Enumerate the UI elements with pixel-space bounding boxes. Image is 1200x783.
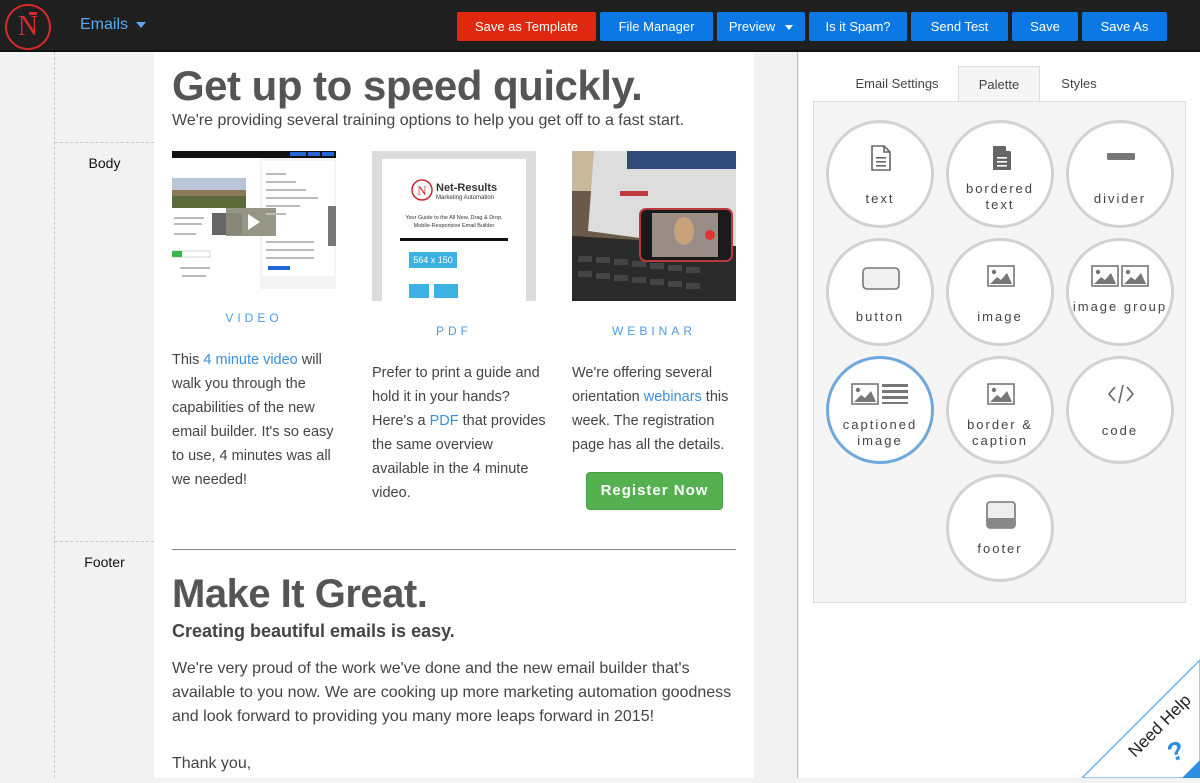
- need-help-button[interactable]: Need Help ?: [1082, 660, 1200, 778]
- video-link[interactable]: 4 minute video: [203, 352, 297, 368]
- pdf-placeholder-box: [409, 284, 429, 298]
- net-results-logo[interactable]: N: [5, 4, 51, 50]
- save-as-template-button[interactable]: Save as Template: [457, 12, 596, 41]
- palette-item-footer[interactable]: footer: [946, 474, 1054, 582]
- webinar-description[interactable]: We're offering several orientation webin…: [572, 361, 737, 457]
- send-test-button[interactable]: Send Test: [911, 12, 1008, 41]
- pdf-description[interactable]: Prefer to print a guide and hold it in y…: [372, 361, 547, 505]
- email-canvas[interactable]: Get up to speed quickly. We're providing…: [154, 52, 754, 778]
- palette-item-code[interactable]: code: [1066, 356, 1174, 464]
- email-subheadline[interactable]: We're providing several training options…: [172, 112, 684, 130]
- laptop-phone-photo: [572, 151, 736, 301]
- video-screenshot-image: [172, 151, 336, 289]
- top-toolbar: N Emails Save as Template File Manager P…: [0, 0, 1200, 52]
- preview-label: Preview: [729, 19, 775, 34]
- video-description[interactable]: This 4 minute video will walk you throug…: [172, 348, 337, 492]
- palette-item-border-caption[interactable]: border & caption: [946, 356, 1054, 464]
- pdf-brand: Net-Results: [436, 182, 497, 194]
- palette-item-label: text: [829, 191, 931, 207]
- palette-item-button[interactable]: button: [826, 238, 934, 346]
- video-text-before: This: [172, 352, 203, 368]
- save-button[interactable]: Save: [1012, 12, 1078, 41]
- video-thumbnail[interactable]: [172, 151, 336, 289]
- footer-section-divider: [55, 541, 154, 542]
- filled-document-icon: [991, 145, 1013, 171]
- pdf-placeholder-box: [434, 284, 458, 298]
- palette-item-label: divider: [1069, 191, 1171, 207]
- button-icon: [862, 267, 900, 291]
- chevron-down-icon: [785, 25, 793, 30]
- register-now-button[interactable]: Register Now: [586, 472, 723, 510]
- palette-item-label: captioned image: [829, 417, 931, 449]
- palette-item-label: image: [949, 309, 1051, 325]
- file-manager-button[interactable]: File Manager: [600, 12, 713, 41]
- body-section-label[interactable]: Body: [55, 155, 154, 171]
- body-section-divider: [55, 142, 154, 143]
- palette-item-captioned-image[interactable]: captioned image: [826, 356, 934, 464]
- palette-item-image[interactable]: image: [946, 238, 1054, 346]
- webinars-link[interactable]: webinars: [644, 389, 702, 405]
- pdf-brand-sub: Marketing Automation: [436, 195, 494, 201]
- logo-letter: N: [18, 11, 38, 42]
- palette-item-image-group[interactable]: image group: [1066, 238, 1174, 346]
- pdf-thumbnail[interactable]: N Net-Results Marketing Automation Your …: [372, 151, 536, 301]
- emails-menu[interactable]: Emails: [80, 16, 146, 34]
- palette-item-label: border & caption: [949, 417, 1051, 449]
- content-divider: [172, 549, 736, 550]
- pdf-guide-title: Your Guide to the All New, Drag & Drop, …: [396, 214, 512, 230]
- palette-item-label: bordered text: [949, 181, 1051, 213]
- image-icon: [987, 265, 1015, 287]
- video-text-after: will walk you through the capabilities o…: [172, 352, 334, 488]
- palette-grid: text bordered text divider button: [813, 101, 1186, 603]
- pdf-mini-toolbar: [400, 238, 508, 241]
- webinar-photo[interactable]: [572, 151, 736, 301]
- section-subheadline[interactable]: Creating beautiful emails is easy.: [172, 621, 455, 642]
- section-headline[interactable]: Make It Great.: [172, 572, 427, 617]
- border-caption-icon: [987, 383, 1015, 405]
- palette-item-label: footer: [949, 541, 1051, 557]
- footer-icon: [986, 501, 1016, 529]
- tab-styles[interactable]: Styles: [1046, 66, 1112, 102]
- palette-item-bordered-text[interactable]: bordered text: [946, 120, 1054, 228]
- image-group-icon: [1091, 265, 1149, 287]
- pdf-label: PDF: [372, 324, 536, 338]
- palette-item-label: code: [1069, 423, 1171, 439]
- code-icon: [1107, 383, 1135, 405]
- preview-button[interactable]: Preview: [717, 12, 805, 41]
- is-it-spam-button[interactable]: Is it Spam?: [809, 12, 907, 41]
- video-label: VIDEO: [172, 311, 336, 325]
- palette-item-text[interactable]: text: [826, 120, 934, 228]
- email-headline[interactable]: Get up to speed quickly.: [172, 62, 642, 110]
- canvas-right-margin: [754, 52, 798, 778]
- logo-flag-icon: [29, 12, 37, 15]
- footer-section-label[interactable]: Footer: [55, 554, 154, 570]
- palette-item-label: image group: [1069, 299, 1171, 315]
- chevron-down-icon: [136, 22, 146, 28]
- emails-menu-label: Emails: [80, 16, 128, 33]
- palette-item-divider[interactable]: divider: [1066, 120, 1174, 228]
- section-paragraph[interactable]: We're very proud of the work we've done …: [172, 657, 742, 729]
- divider-icon: [1107, 153, 1135, 161]
- captioned-image-icon: [851, 383, 909, 405]
- tab-email-settings[interactable]: Email Settings: [842, 66, 952, 102]
- pdf-placeholder-banner: 564 x 150: [409, 252, 457, 268]
- svg-text:N: N: [417, 183, 427, 198]
- palette-item-label: button: [829, 309, 931, 325]
- text-document-icon: [870, 145, 892, 171]
- closing-text[interactable]: Thank you,: [172, 755, 251, 773]
- pdf-link[interactable]: PDF: [430, 413, 459, 429]
- save-as-button[interactable]: Save As: [1082, 12, 1167, 41]
- webinar-label: WEBINAR: [572, 324, 736, 338]
- tab-palette[interactable]: Palette: [958, 66, 1040, 102]
